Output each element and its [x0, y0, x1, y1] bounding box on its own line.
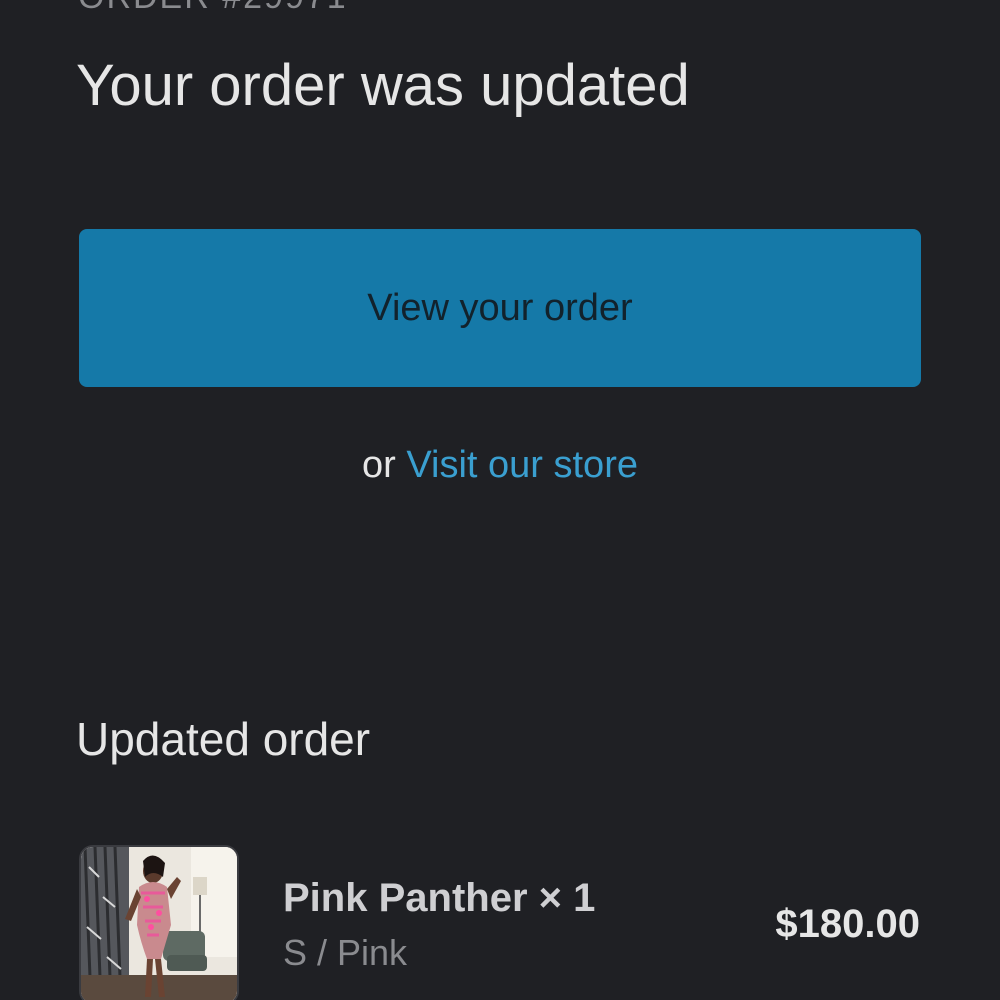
product-quantity: × 1 [538, 876, 596, 920]
product-variant: S / Pink [283, 932, 408, 973]
order-update-page: ORDER #29971 Your order was updated View… [0, 0, 1000, 1000]
product-name: Pink Panther [283, 876, 528, 920]
visit-store-link[interactable]: Visit our store [406, 444, 638, 486]
page-title: Your order was updated [76, 53, 690, 118]
or-text: or [362, 444, 396, 486]
product-price: $180.00 [775, 902, 920, 946]
view-order-button-label: View your order [367, 286, 633, 329]
line-item-name: Pink Panther × 1 [283, 876, 595, 921]
product-thumbnail [79, 845, 239, 1000]
product-photo-icon [81, 847, 237, 1000]
order-number: ORDER #29971 [78, 0, 348, 17]
updated-order-heading: Updated order [76, 713, 371, 765]
alt-action-line: or Visit our store [0, 444, 1000, 487]
view-order-button[interactable]: View your order [79, 229, 921, 387]
